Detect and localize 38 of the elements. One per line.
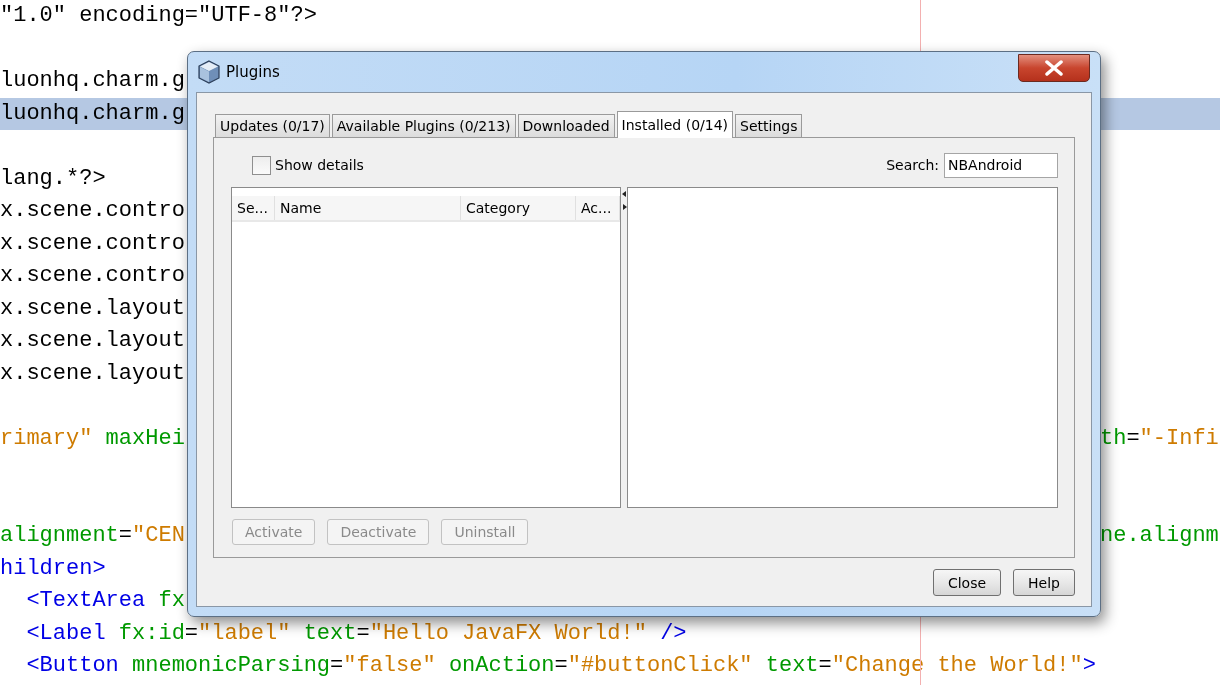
- code-line: <TextArea fx: [25, 588, 185, 615]
- code-line: x.scene.layout: [0, 360, 185, 387]
- column-header[interactable]: Se...: [232, 196, 275, 220]
- code-line: th="-Infi: [1100, 425, 1219, 452]
- code-line: luonhq.charm.g: [0, 68, 185, 95]
- code-line: lang.*?>: [0, 165, 106, 192]
- checkbox[interactable]: [252, 155, 271, 175]
- code-line: x.scene.contro: [0, 198, 185, 225]
- code-line: x.scene.contro: [0, 230, 185, 257]
- code-line: <Label fx:id="label" text="Hello JavaFX World!" />: [25, 620, 687, 647]
- window-title: Plugins: [226, 63, 281, 81]
- close-icon: [1043, 60, 1065, 76]
- dialog-button[interactable]: Help: [1013, 569, 1075, 596]
- cube-icon: [198, 60, 220, 84]
- dialog-button[interactable]: Close: [932, 569, 1002, 596]
- tab[interactable]: Available Plugins (0/213): [331, 114, 516, 138]
- code-line: luonhq.charm.g: [0, 100, 185, 127]
- code-line: hildren>: [0, 555, 106, 582]
- column-header[interactable]: Name: [275, 196, 461, 220]
- tab[interactable]: Downloaded: [517, 114, 615, 138]
- code-line: rimary" maxHei: [0, 425, 185, 452]
- tab[interactable]: Updates (0/17): [215, 114, 330, 138]
- code-line: ne.alignm: [1100, 523, 1219, 550]
- code-line: alignment="CEN: [0, 523, 185, 550]
- splitter-arrows-icon[interactable]: [621, 190, 627, 212]
- code-line: x.scene.layout: [0, 328, 185, 355]
- code-line: x.scene.contro: [0, 263, 185, 290]
- code-line: <Button mnemonicParsing="false" onAction="#buttonClick" text="Change the World!">: [25, 653, 1096, 680]
- column-header[interactable]: Ac...: [576, 196, 620, 220]
- tab[interactable]: Settings: [735, 114, 803, 138]
- code-line: x.scene.layout: [0, 295, 185, 322]
- checkbox-label: Show details: [275, 157, 364, 173]
- search-field[interactable]: NBAndroid: [944, 152, 1058, 178]
- code-line: "1.0" encoding="UTF-8"?>: [0, 3, 317, 30]
- column-header[interactable]: Category: [461, 196, 576, 220]
- close-button[interactable]: [1018, 54, 1090, 82]
- search-label: Search:: [886, 157, 939, 173]
- tab[interactable]: Installed (0/14): [616, 111, 734, 138]
